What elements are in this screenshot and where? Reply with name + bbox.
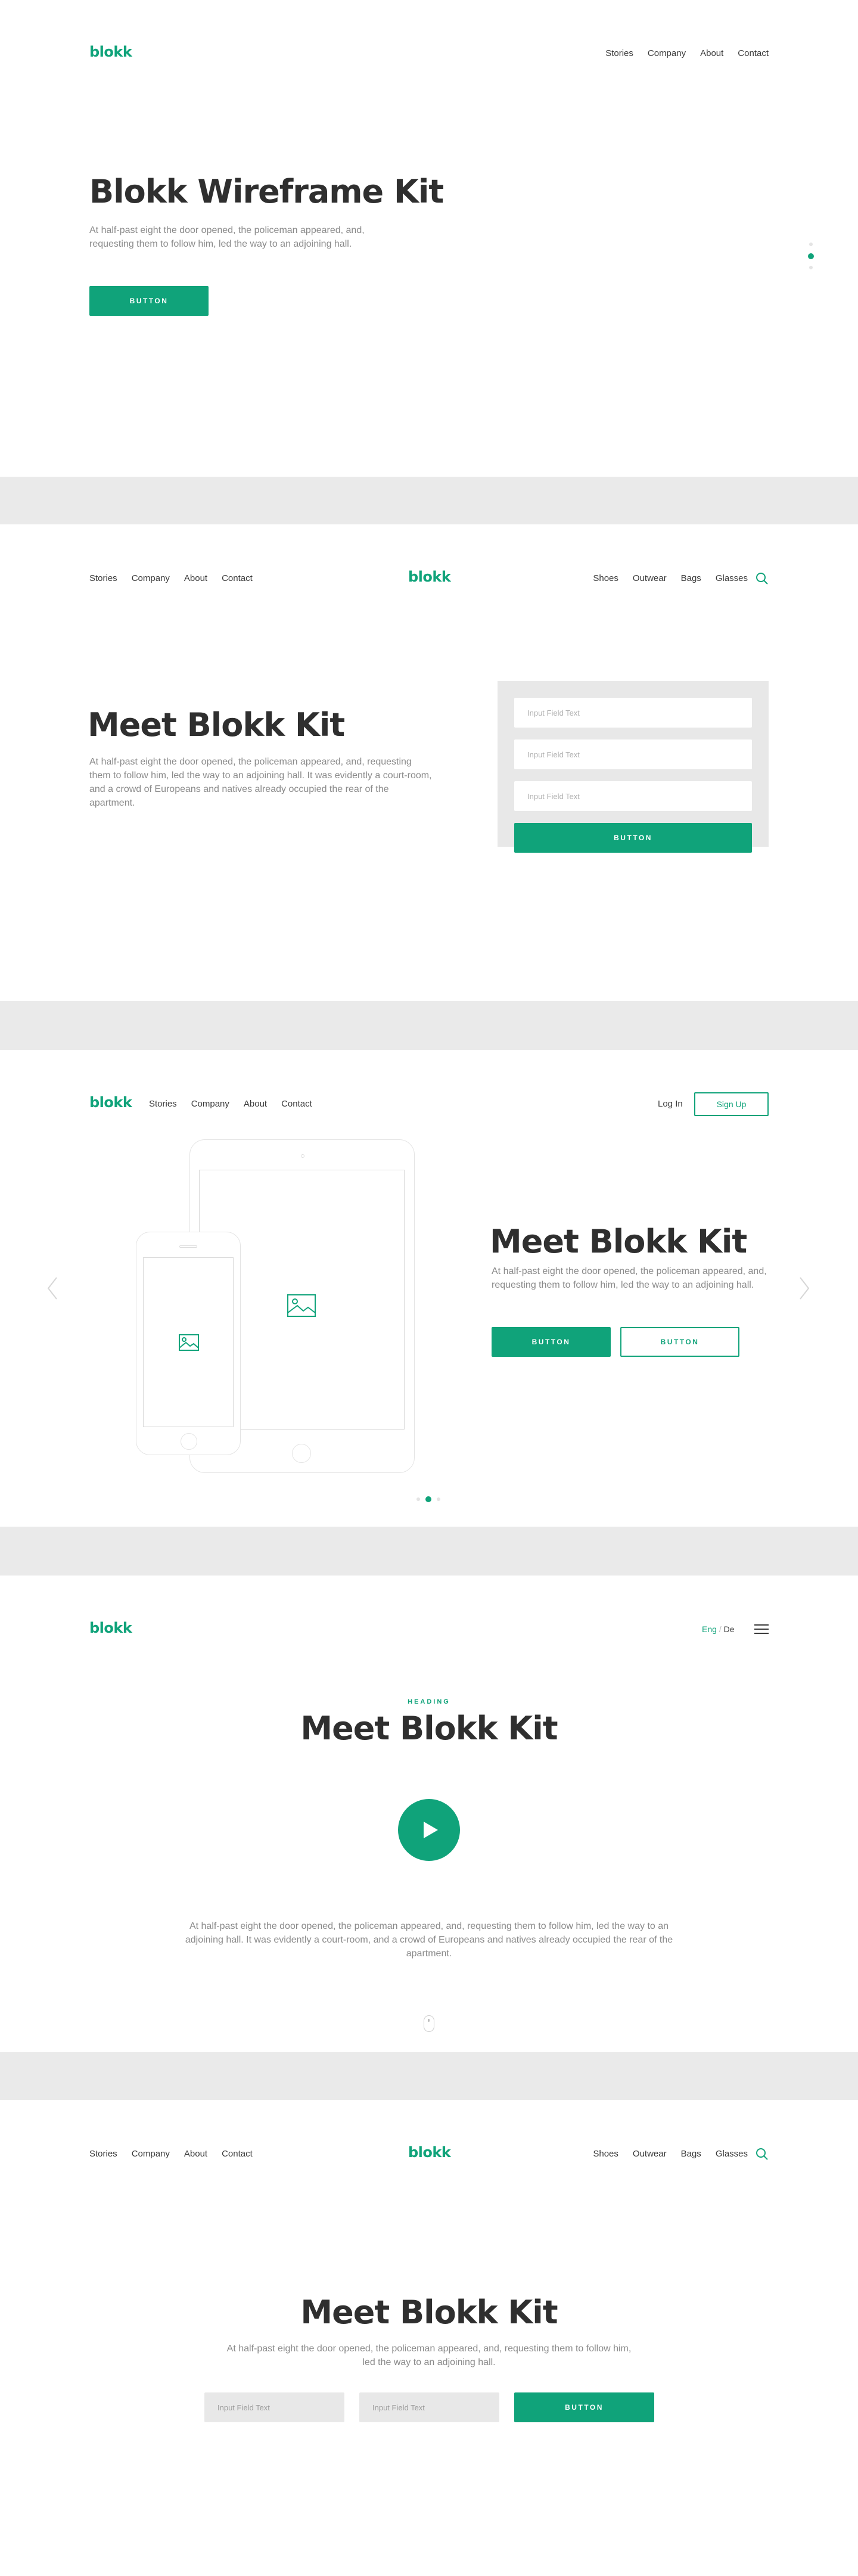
main-nav: Stories Company About Contact	[605, 48, 769, 58]
pager-dot-3[interactable]	[809, 266, 813, 269]
submit-button[interactable]: BUTTON	[514, 2392, 654, 2422]
hero-title: Meet Blokk Kit	[88, 706, 345, 744]
nav-link-stories[interactable]: Stories	[149, 1099, 177, 1109]
left-nav: Stories Company About Contact	[89, 2149, 253, 2159]
login-link[interactable]: Log In	[658, 1099, 683, 1109]
nav-link-about[interactable]: About	[184, 573, 207, 583]
hero-title: Meet Blokk Kit	[300, 1710, 558, 1747]
nav-link-stories[interactable]: Stories	[89, 2149, 117, 2159]
hero-section-4: blokk Eng / De HEADING Meet Blokk Kit At…	[0, 1576, 858, 2052]
nav-link-company[interactable]: Company	[191, 1099, 229, 1109]
section-divider	[0, 2052, 858, 2100]
logo[interactable]: blokk	[89, 43, 132, 60]
scroll-mouse-icon[interactable]	[424, 2015, 434, 2032]
section-divider	[0, 477, 858, 524]
nav-link-company[interactable]: Company	[132, 573, 170, 583]
right-nav: Shoes Outwear Bags Glasses	[593, 2149, 748, 2159]
hero-button[interactable]: BUTTON	[89, 286, 209, 316]
nav-link-outwear[interactable]: Outwear	[633, 2149, 667, 2159]
secondary-button[interactable]: BUTTON	[620, 1327, 739, 1357]
nav-link-about[interactable]: About	[184, 2149, 207, 2159]
nav-link-stories[interactable]: Stories	[605, 48, 633, 58]
nav-link-about[interactable]: About	[244, 1099, 267, 1109]
lang-de[interactable]: De	[724, 1624, 735, 1634]
phone-mockup	[136, 1232, 241, 1455]
play-button[interactable]	[398, 1799, 460, 1861]
pager-dot-1[interactable]	[809, 243, 813, 246]
hero-paragraph: At half-past eight the door opened, the …	[185, 1921, 673, 1959]
hero-section-3: blokk Stories Company About Contact Log …	[0, 1050, 858, 1527]
eyebrow-heading: HEADING	[408, 1698, 450, 1705]
nav-link-bags[interactable]: Bags	[681, 573, 701, 583]
hero-section-1: blokk Stories Company About Contact Blok…	[0, 0, 858, 477]
nav-link-stories[interactable]: Stories	[89, 573, 117, 583]
logo[interactable]: blokk	[408, 568, 451, 585]
hero-title: Meet Blokk Kit	[490, 1223, 747, 1260]
hero-paragraph: At half-past eight the door opened, the …	[492, 1266, 767, 1290]
nav-link-contact[interactable]: Contact	[222, 573, 253, 583]
left-nav: Stories Company About Contact	[89, 573, 253, 583]
logo[interactable]: blokk	[89, 1620, 132, 1636]
nav-link-shoes[interactable]: Shoes	[593, 573, 618, 583]
hamburger-menu-icon[interactable]	[754, 1623, 769, 1638]
lang-eng[interactable]: Eng	[702, 1624, 717, 1634]
nav-link-outwear[interactable]: Outwear	[633, 573, 667, 583]
tablet-home-button	[292, 1444, 311, 1463]
hero-paragraph: At half-past eight the door opened, the …	[89, 757, 432, 808]
input-field-3[interactable]: Input Field Text	[514, 781, 752, 811]
language-switch: Eng / De	[702, 1624, 735, 1634]
lang-separator: /	[719, 1624, 722, 1634]
main-nav: Stories Company About Contact	[149, 1099, 312, 1109]
hero-paragraph: At half-past eight the door opened, the …	[226, 2344, 632, 2367]
chevron-right-icon[interactable]	[798, 1276, 810, 1303]
pager-dot-2[interactable]	[808, 253, 814, 259]
nav-link-shoes[interactable]: Shoes	[593, 2149, 618, 2159]
form-submit-button[interactable]: BUTTON	[514, 823, 752, 853]
section-divider	[0, 1527, 858, 1576]
hero-paragraph: At half-past eight the door opened, the …	[89, 225, 365, 249]
nav-link-bags[interactable]: Bags	[681, 2149, 701, 2159]
nav-link-glasses[interactable]: Glasses	[716, 2149, 748, 2159]
nav-link-glasses[interactable]: Glasses	[716, 573, 748, 583]
phone-home-button	[181, 1433, 197, 1450]
primary-button[interactable]: BUTTON	[492, 1327, 611, 1357]
hero-section-2: Stories Company About Contact blokk Shoe…	[0, 524, 858, 1001]
scroll-wheel	[428, 2019, 430, 2022]
search-icon[interactable]	[756, 2148, 769, 2161]
hero-title: Blokk Wireframe Kit	[89, 173, 444, 210]
carousel-dot-3[interactable]	[437, 1497, 440, 1501]
chevron-left-icon[interactable]	[46, 1276, 58, 1303]
nav-link-about[interactable]: About	[700, 48, 723, 58]
input-field-2[interactable]: Input Field Text	[514, 739, 752, 769]
input-field-1[interactable]: Input Field Text	[204, 2392, 344, 2422]
nav-link-contact[interactable]: Contact	[281, 1099, 312, 1109]
nav-link-company[interactable]: Company	[132, 2149, 170, 2159]
search-icon[interactable]	[756, 572, 769, 585]
hero-title: Meet Blokk Kit	[300, 2294, 558, 2331]
image-icon	[178, 1334, 200, 1354]
image-icon	[287, 1294, 316, 1320]
signup-form: Input Field Text Input Field Text Input …	[498, 681, 769, 853]
logo[interactable]: blokk	[89, 1094, 132, 1111]
phone-speaker	[179, 1245, 197, 1248]
carousel-dot-2[interactable]	[425, 1496, 431, 1502]
signup-button[interactable]: Sign Up	[694, 1092, 769, 1116]
right-nav: Shoes Outwear Bags Glasses	[593, 573, 748, 583]
nav-link-company[interactable]: Company	[648, 48, 686, 58]
section-divider	[0, 1001, 858, 1050]
tablet-camera	[301, 1154, 304, 1158]
nav-link-contact[interactable]: Contact	[222, 2149, 253, 2159]
input-field-1[interactable]: Input Field Text	[514, 698, 752, 728]
play-icon	[422, 1820, 439, 1842]
nav-link-contact[interactable]: Contact	[738, 48, 769, 58]
input-field-2[interactable]: Input Field Text	[359, 2392, 499, 2422]
logo[interactable]: blokk	[408, 2144, 451, 2161]
carousel-dot-1[interactable]	[416, 1497, 420, 1501]
hero-section-5: Stories Company About Contact blokk Shoe…	[0, 2100, 858, 2576]
